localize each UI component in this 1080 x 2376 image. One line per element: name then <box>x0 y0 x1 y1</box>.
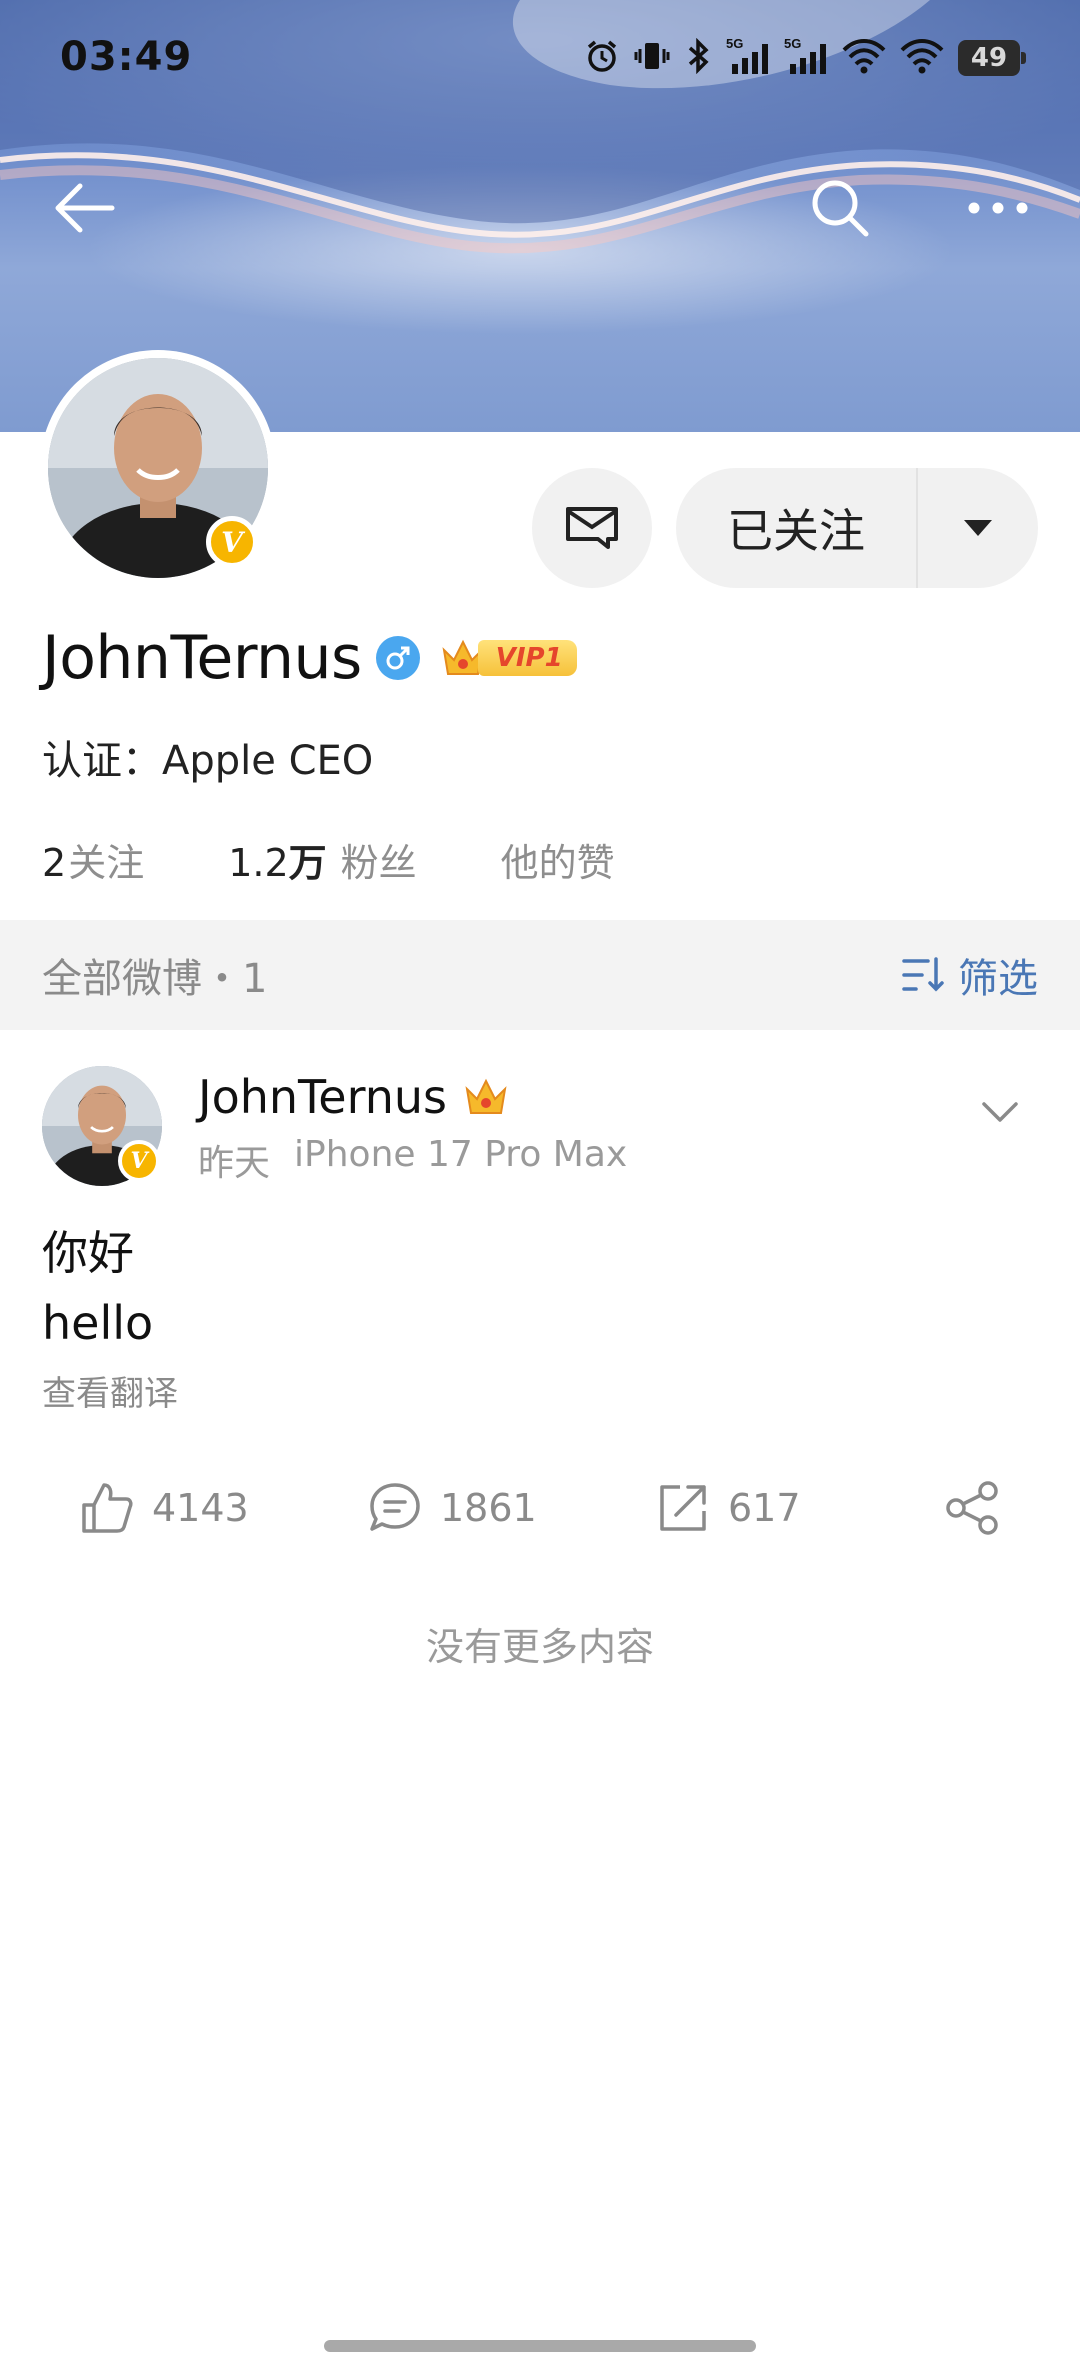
repost-button[interactable]: 617 <box>656 1458 801 1558</box>
chevron-down-icon <box>982 1102 1018 1122</box>
back-arrow-icon <box>55 183 115 233</box>
status-time: 03:49 <box>60 34 193 80</box>
wifi-icon <box>900 38 944 78</box>
message-icon <box>566 507 618 549</box>
translate-link[interactable]: 查看翻译 <box>42 1366 178 1415</box>
vibrate-icon <box>634 38 670 78</box>
post-time: 昨天 <box>198 1143 271 1184</box>
followers-label: 粉丝 <box>340 841 417 885</box>
post-avatar[interactable]: V <box>42 1066 162 1186</box>
crown-icon <box>465 1078 507 1114</box>
like-button[interactable]: 4143 <box>80 1458 249 1558</box>
filter-icon <box>902 957 944 992</box>
certification-text: 认证：Apple CEO <box>42 738 374 784</box>
share-icon <box>946 1481 998 1535</box>
filter-label: 筛选 <box>958 956 1038 1002</box>
post-text: 你好 hello <box>42 1218 153 1358</box>
profile-stats: 2关注 1.2万 粉丝 他的赞 <box>42 832 615 887</box>
signal-5g-label: 5G <box>784 36 801 51</box>
post-actions: 4143 1861 617 <box>0 1458 1080 1558</box>
signal-icon: 5G <box>726 36 770 80</box>
vip-badge[interactable]: VIP1 <box>440 636 577 680</box>
like-count: 4143 <box>152 1486 249 1530</box>
likes-stat[interactable]: 他的赞 <box>501 832 615 887</box>
post-author-row: JohnTernus <box>198 1070 509 1124</box>
share-button[interactable] <box>944 1458 1000 1558</box>
thumbs-up-icon <box>82 1483 133 1533</box>
back-button[interactable] <box>44 168 124 248</box>
comment-icon <box>370 1483 420 1531</box>
alarm-icon <box>584 38 620 78</box>
vip-label: VIP1 <box>477 640 577 676</box>
bluetooth-icon <box>684 37 712 78</box>
repost-icon <box>660 1485 706 1531</box>
post-author[interactable]: JohnTernus <box>198 1070 447 1124</box>
followers-count: 1.2 <box>228 841 289 885</box>
search-button[interactable] <box>800 168 880 248</box>
status-bar: 03:49 5G 5G 49 <box>0 0 1080 120</box>
signal-icon: 5G <box>784 36 828 80</box>
post-device: iPhone 17 Pro Max <box>294 1134 628 1175</box>
male-icon <box>375 636 420 680</box>
profile-name-row: JohnTernus VIP1 <box>42 618 577 698</box>
follow-label[interactable]: 已关注 <box>676 495 916 561</box>
no-more-content: 没有更多内容 <box>425 1625 654 1669</box>
following-label: 关注 <box>68 841 145 885</box>
battery-level: 49 <box>970 43 1008 73</box>
profile-avatar[interactable]: V <box>40 350 276 586</box>
filter-button[interactable]: 筛选 <box>902 946 1038 1004</box>
followers-stat[interactable]: 1.2万 粉丝 <box>228 832 416 887</box>
feed-header: 全部微博・1 筛选 <box>0 920 1080 1030</box>
feed-title[interactable]: 全部微博・1 <box>42 946 267 1004</box>
post-verified-badge: V <box>118 1140 160 1182</box>
repost-count: 617 <box>728 1486 801 1530</box>
wifi-icon <box>842 38 886 78</box>
more-button[interactable] <box>958 168 1038 248</box>
search-icon <box>812 180 869 237</box>
message-button[interactable] <box>532 468 652 588</box>
signal-5g-label: 5G <box>726 36 743 51</box>
status-icons: 5G 5G 49 <box>584 36 1026 80</box>
following-count: 2 <box>42 841 67 885</box>
post-menu-button[interactable] <box>978 1090 1022 1134</box>
battery-icon: 49 <box>958 40 1026 76</box>
comment-button[interactable]: 1861 <box>368 1458 537 1558</box>
followers-unit: 万 <box>288 841 327 885</box>
following-stat[interactable]: 2关注 <box>42 832 144 887</box>
more-icon <box>968 202 1028 214</box>
post-meta: 昨天 iPhone 17 Pro Max <box>198 1134 627 1186</box>
caret-down-icon <box>964 520 992 536</box>
follow-button[interactable]: 已关注 <box>676 468 1038 588</box>
profile-name: JohnTernus <box>42 623 362 693</box>
verified-badge: V <box>206 516 258 568</box>
post-text-line: hello <box>42 1296 154 1350</box>
home-indicator[interactable] <box>324 2340 756 2352</box>
comment-count: 1861 <box>440 1486 537 1530</box>
follow-dropdown-button[interactable] <box>918 520 1038 536</box>
post-text-line: 你好 <box>42 1226 134 1280</box>
